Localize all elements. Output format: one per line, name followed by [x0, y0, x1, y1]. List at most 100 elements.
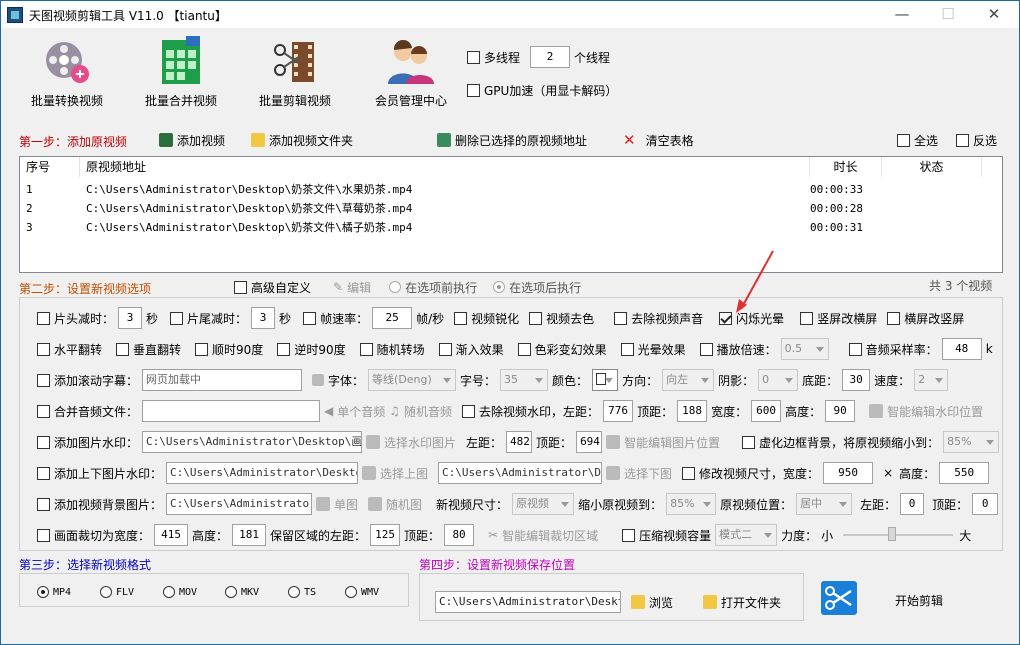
save-path-input[interactable]: C:\Users\Administrator\Desktop\ — [435, 591, 621, 613]
watermark-width-input[interactable]: 600 — [751, 400, 782, 422]
font-size-select[interactable]: 35 — [500, 369, 549, 391]
edit-button[interactable]: 编辑 — [347, 279, 371, 296]
tail-trim-input[interactable]: 3 — [251, 307, 276, 329]
scroll-text-input[interactable]: 网页加载中 — [142, 369, 303, 391]
table-row[interactable]: 1 C:\Users\Administrator\Desktop\奶茶文件\水果奶… — [20, 180, 880, 199]
blur-scale-select[interactable]: 85% — [943, 431, 1000, 453]
resize-width-input[interactable]: 950 — [823, 462, 874, 484]
batch-cut-button[interactable]: 批量剪辑视频 — [245, 34, 345, 114]
table-row[interactable]: 3 C:\Users\Administrator\Desktop\奶茶文件\橘子奶… — [20, 218, 880, 237]
rotate-cw-checkbox[interactable] — [195, 342, 209, 356]
col-no[interactable]: 序号 — [20, 157, 80, 177]
format-flv[interactable]: FLV — [100, 586, 134, 598]
shrink-select[interactable]: 85% — [666, 493, 717, 515]
new-size-select[interactable]: 原视频 — [512, 493, 575, 515]
delete-selected-button[interactable]: 删除已选择的原视频地址 — [437, 128, 591, 152]
video-table[interactable]: 序号 原视频地址 时长 状态 1 C:\Users\Administrator\D… — [19, 156, 1003, 273]
text-edit-icon[interactable] — [312, 374, 325, 386]
tail-trim-checkbox[interactable] — [170, 311, 184, 325]
watermark-height-input[interactable]: 90 — [825, 400, 856, 422]
col-status[interactable]: 状态 — [882, 157, 982, 177]
gpu-checkbox[interactable] — [467, 83, 480, 97]
select-all-button[interactable]: 全选 — [897, 128, 942, 152]
smart-image-button[interactable]: 智能编辑图片位置 — [624, 434, 720, 451]
browse-button[interactable]: 浏览 — [649, 594, 673, 611]
clear-table-button[interactable]: ✕ 清空表格 — [623, 128, 698, 152]
audio-path-input[interactable] — [142, 400, 321, 422]
fps-input[interactable]: 25 — [372, 307, 413, 329]
color-effect-checkbox[interactable] — [517, 342, 531, 356]
random-image-button[interactable]: 随机图 — [386, 496, 422, 513]
position-select[interactable]: 居中 — [796, 493, 853, 515]
add-video-button[interactable]: 添加视频 — [159, 128, 229, 152]
random-transition-checkbox[interactable] — [359, 342, 373, 356]
minimize-button[interactable]: — — [879, 1, 925, 28]
add-folder-button[interactable]: 添加视频文件夹 — [251, 128, 357, 152]
crop-top-input[interactable]: 80 — [444, 524, 475, 546]
before-radio[interactable] — [389, 281, 402, 293]
format-ts[interactable]: TS — [288, 586, 316, 598]
watermark-left-input[interactable]: 776 — [603, 400, 634, 422]
mute-checkbox[interactable] — [614, 311, 628, 325]
open-folder-button[interactable]: 打开文件夹 — [721, 594, 781, 611]
image-left-input[interactable]: 482 — [506, 431, 533, 453]
slider-thumb[interactable] — [888, 527, 897, 541]
bg-top-input[interactable]: 0 — [972, 493, 999, 515]
strength-slider[interactable] — [843, 525, 954, 545]
batch-merge-button[interactable]: 批量合并视频 — [131, 34, 231, 114]
bg-left-input[interactable]: 0 — [900, 493, 925, 515]
direction-select[interactable]: 向左 — [662, 369, 715, 391]
background-image-path[interactable]: C:\Users\Administrator\D — [166, 493, 313, 515]
choose-watermark-button[interactable]: 选择水印图片 — [384, 434, 456, 451]
top-image-path[interactable]: C:\Users\Administrator\Desktop\背 — [166, 462, 359, 484]
top-bottom-image-checkbox[interactable] — [37, 466, 50, 480]
format-mov[interactable]: MOV — [163, 586, 197, 598]
image-watermark-path[interactable]: C:\Users\Administrator\Desktop\画中画 — [142, 431, 363, 453]
h2v-checkbox[interactable] — [887, 311, 901, 325]
image-watermark-checkbox[interactable] — [37, 435, 50, 449]
merge-audio-checkbox[interactable] — [37, 404, 50, 418]
col-path[interactable]: 原视频地址 — [80, 157, 810, 177]
speed-select[interactable]: 0.5 — [780, 338, 829, 360]
crop-checkbox[interactable] — [37, 528, 50, 542]
fps-checkbox[interactable] — [303, 311, 317, 325]
smart-crop-button[interactable]: 智能编辑裁切区域 — [502, 527, 598, 544]
head-trim-input[interactable]: 3 — [118, 307, 143, 329]
format-mp4[interactable]: MP4 — [37, 586, 71, 598]
blur-border-checkbox[interactable] — [742, 435, 756, 449]
invert-button[interactable]: 反选 — [956, 128, 1001, 152]
light-effect-checkbox[interactable] — [620, 342, 634, 356]
member-center-button[interactable]: 会员管理中心 — [361, 34, 461, 114]
choose-top-button[interactable]: 选择上图 — [380, 465, 428, 482]
head-trim-checkbox[interactable] — [37, 311, 50, 325]
shadow-select[interactable]: 0 — [758, 369, 799, 391]
format-wmv[interactable]: WMV — [345, 586, 379, 598]
after-radio[interactable] — [493, 281, 506, 293]
watermark-top-input[interactable]: 188 — [677, 400, 708, 422]
multithread-checkbox[interactable] — [467, 50, 480, 64]
crop-left-input[interactable]: 125 — [370, 524, 401, 546]
maximize-button[interactable]: ☐ — [925, 1, 971, 28]
bottom-input[interactable]: 30 — [842, 369, 871, 391]
fade-in-checkbox[interactable] — [438, 342, 452, 356]
advanced-checkbox[interactable] — [234, 280, 247, 294]
desaturate-checkbox[interactable] — [529, 311, 543, 325]
vflip-checkbox[interactable] — [116, 342, 130, 356]
resize-height-input[interactable]: 550 — [939, 462, 990, 484]
compress-checkbox[interactable] — [622, 528, 636, 542]
scroll-text-checkbox[interactable] — [37, 373, 50, 387]
font-select[interactable]: 等线(Deng) — [368, 369, 457, 391]
choose-bottom-button[interactable]: 选择下图 — [624, 465, 672, 482]
remove-watermark-checkbox[interactable] — [462, 404, 476, 418]
single-audio-button[interactable]: 单个音频 — [337, 403, 385, 420]
background-image-checkbox[interactable] — [37, 497, 50, 511]
image-top-input[interactable]: 694 — [576, 431, 603, 453]
start-cut-button[interactable]: 开始剪辑 — [895, 592, 943, 609]
hflip-checkbox[interactable] — [37, 342, 50, 356]
rotate-ccw-checkbox[interactable] — [277, 342, 291, 356]
col-duration[interactable]: 时长 — [810, 157, 882, 177]
scroll-speed-select[interactable]: 2 — [914, 369, 949, 391]
single-image-button[interactable]: 单图 — [334, 496, 358, 513]
resize-checkbox[interactable] — [682, 466, 696, 480]
smart-watermark-button[interactable]: 智能编辑水印位置 — [887, 403, 983, 420]
